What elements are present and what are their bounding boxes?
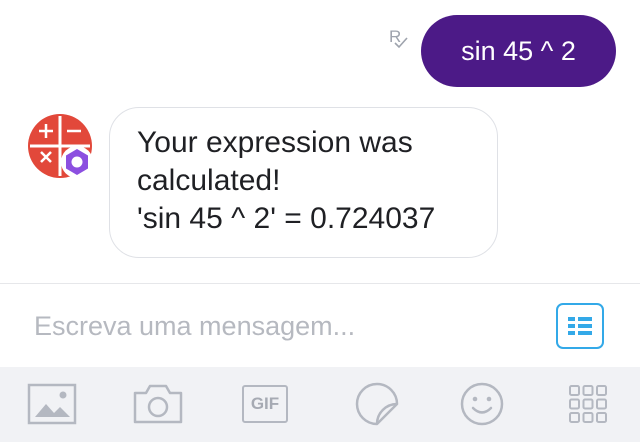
incoming-message-line-1: Your expression was [137, 126, 413, 159]
outgoing-message-bubble[interactable]: sin 45 ^ 2 [421, 15, 616, 87]
camera-button[interactable] [132, 381, 184, 427]
calculator-icon [28, 114, 93, 178]
outgoing-message-text: sin 45 ^ 2 [461, 35, 576, 66]
image-button[interactable] [26, 381, 78, 427]
keyboard-icon [568, 317, 592, 335]
image-icon [27, 383, 77, 425]
gif-button[interactable]: GIF [239, 381, 291, 427]
emoji-button[interactable] [456, 381, 508, 427]
incoming-message-bubble[interactable]: Your expression was calculated! 'sin 45 … [109, 107, 498, 258]
attachment-toolbar: GIF [0, 367, 640, 442]
emoji-icon [460, 382, 504, 426]
sticker-icon [355, 382, 399, 426]
message-input[interactable] [34, 306, 534, 346]
read-receipt: R [389, 28, 415, 56]
gif-icon: GIF [242, 385, 288, 423]
camera-icon [133, 384, 183, 424]
sticker-button[interactable] [351, 381, 403, 427]
incoming-message-line-2: calculated! [137, 164, 281, 197]
bot-avatar[interactable] [27, 113, 93, 179]
apps-grid-icon [569, 385, 607, 423]
message-composer [0, 283, 640, 367]
checkmark-icon [394, 37, 408, 49]
gif-label: GIF [250, 394, 280, 413]
more-apps-button[interactable] [562, 381, 614, 427]
chat-area: R sin 45 ^ 2 Your expression was calcula… [0, 0, 640, 283]
keyboard-toggle-button[interactable] [556, 303, 604, 349]
incoming-message-line-3: 'sin 45 ^ 2' = 0.724037 [137, 202, 436, 235]
